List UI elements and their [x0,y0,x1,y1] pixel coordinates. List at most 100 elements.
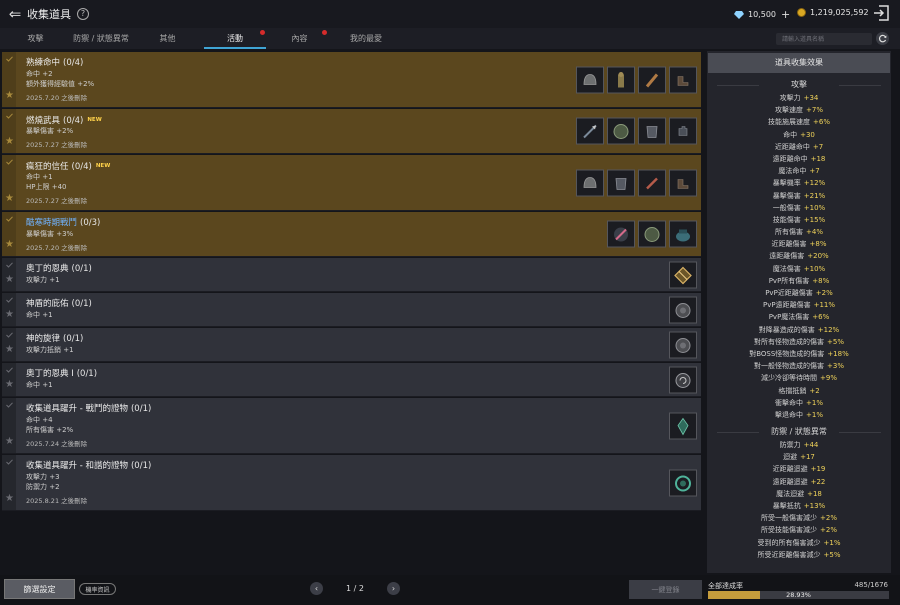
filter-settings-button[interactable]: 篩選設定 [4,579,75,599]
item-slot[interactable] [669,169,697,196]
item-slot[interactable] [669,66,697,93]
favorite-star-icon[interactable]: ★ [5,91,14,101]
item-slot[interactable] [638,169,666,196]
exit-icon[interactable] [872,4,890,22]
item-slot[interactable] [638,117,666,145]
collection-row[interactable]: ★ 奧丁的恩典 Ⅰ (0/1) 命中 +1 [2,363,701,397]
collection-row[interactable]: ★ 燃燒武具 (0/4) NEW 暴擊傷害 +2% 2025.7.27 之後刪除 [2,109,701,154]
collection-name: 酷寒時期戰鬥 (0/3) [26,217,100,229]
effect-label: 減少冷卻等待時間 [761,374,817,383]
refresh-icon[interactable] [876,32,889,45]
tab-favorites[interactable]: 我的最愛 [336,28,396,49]
item-slot[interactable] [576,169,604,196]
collection-stat: 命中 +2 [26,70,53,78]
effects-section-title: 攻擊 [707,78,891,92]
collection-row[interactable]: ★ 熟練命中 (0/4) 命中 +2 額外獲得經驗值 +2% 2025.7.20 之後刪除 [2,52,701,108]
favorite-star-icon[interactable]: ★ [5,310,14,320]
item-slot[interactable] [607,220,635,248]
effect-value: +19 [810,465,826,474]
effect-value: +9% [820,374,837,383]
register-all-button[interactable]: 一鍵登錄 [629,580,702,599]
collection-info: 收集道具躍升 - 和諧的證物 (0/1) 攻擊力 +3 防禦力 +2 2025.8.21… [26,460,151,506]
collection-name: 奧丁的恩典 Ⅰ (0/1) [26,368,97,380]
collection-info: 熟練命中 (0/4) 命中 +2 額外獲得經驗值 +2% 2025.7.20 之後刪除 [26,57,94,103]
collection-title: 熟練命中 [26,58,61,68]
effect-label: 對降暴造成的傷害 [758,325,815,334]
item-slot[interactable] [638,220,666,248]
item-slot[interactable] [669,469,697,496]
effect-label: 近距離傷害 [771,240,807,249]
favorite-star-icon[interactable]: ★ [5,194,14,204]
effect-row: 對BOSS怪物造成的傷害 +18% [707,348,891,360]
tab-event[interactable]: 活動 [204,28,266,49]
help-icon[interactable]: ? [77,8,89,20]
item-slot[interactable] [669,366,697,393]
favorite-star-icon[interactable]: ★ [5,137,14,147]
effect-row: PvP魔法傷害 +6% [707,311,891,323]
effects-header: 道具收集效果 [708,53,890,73]
expire-date: 2025.7.27 之後刪除 [26,197,88,205]
item-slot[interactable] [669,117,697,145]
item-slot[interactable] [607,117,635,145]
effect-label: 衝擊命中 [775,398,803,407]
collection-row[interactable]: ★ 酷寒時期戰鬥 (0/3) 暴擊傷害 +3% 2025.7.20 之後刪除 [2,212,701,257]
item-slot[interactable] [607,66,635,93]
effect-value: +1% [806,410,823,419]
bottom-bar: 篩選設定 機率資訊 ‹ 1 / 2 › 一鍵登錄 全部達成率 485/1676 … [0,575,900,605]
effect-row: 所受技能傷害減少 +2% [707,524,891,536]
favorite-star-icon[interactable]: ★ [5,240,14,250]
search-input[interactable] [776,33,872,45]
collection-name: 神盾的庇佑 (0/1) [26,298,92,310]
tab-other[interactable]: 其他 [140,28,195,49]
collection-row[interactable]: ★ 奧丁的恩典 (0/1) 攻擊力 +1 [2,258,701,292]
item-slot[interactable] [576,117,604,145]
collection-row[interactable]: ★ 瘋狂的信任 (0/4) NEW 命中 +1 HP上限 +40 2025.7.27 之後刪… [2,155,701,211]
collection-row[interactable]: ★ 收集道具躍升 - 和諧的證物 (0/1) 攻擊力 +3 防禦力 +2 2025.8.2… [2,455,701,511]
collection-count: (0/1) [130,404,152,414]
add-gems-icon[interactable]: + [781,8,790,21]
item-slot[interactable] [669,220,697,248]
tab-defense[interactable]: 防禦 / 狀態異常 [65,28,137,49]
item-slot[interactable] [669,331,697,358]
tab-content[interactable]: 內容 [272,28,327,49]
collection-title: 酷寒時期戰鬥 [26,218,78,228]
effect-value: +11% [813,301,836,310]
item-slot[interactable] [638,66,666,93]
item-slot[interactable] [576,66,604,93]
collection-row[interactable]: ★ 收集道具躍升 - 戰鬥的證物 (0/1) 命中 +4 所有傷害 +2% 2025.7.… [2,398,701,454]
effect-label: 防禦力 [779,441,801,450]
coin-icon [797,8,806,17]
next-page-icon[interactable]: › [387,582,400,595]
item-slots [573,169,697,196]
effect-label: 受到的所有傷害減少 [757,538,821,547]
notification-dot [322,30,327,35]
effect-row: 暴擊抵抗 +13% [707,500,891,512]
effect-label: 所受近距離傷害減少 [757,550,821,559]
favorite-star-icon[interactable]: ★ [5,494,14,504]
collection-row[interactable]: ★ 神盾的庇佑 (0/1) 命中 +1 [2,293,701,327]
effect-row: 擊退命中 +1% [707,409,891,421]
back-arrow-icon[interactable]: ⇐ [5,4,25,24]
probability-info-button[interactable]: 機率資訊 [79,583,116,595]
prev-page-icon[interactable]: ‹ [310,582,323,595]
item-slot[interactable] [669,296,697,323]
check-icon [6,297,13,303]
favorite-star-icon[interactable]: ★ [5,345,14,355]
item-slot[interactable] [669,261,697,288]
effect-value: +12% [817,325,840,334]
favorite-star-icon[interactable]: ★ [5,275,14,285]
top-bar: ⇐ 收集道具 ? 10,500 + 1,219,025,592 [0,0,900,28]
collection-stat: 暴擊傷害 +3% [26,230,74,238]
gem-balance: 10,500 + [734,8,790,21]
effect-row: 遠距離迴避 +22 [707,476,891,488]
item-slot[interactable] [607,169,635,196]
item-slots [666,331,697,358]
favorite-star-icon[interactable]: ★ [5,437,14,447]
collection-name: 瘋狂的信任 (0/4) NEW [26,160,110,172]
tab-attack[interactable]: 攻擊 [8,28,63,49]
collection-stat: 命中 +1 [26,173,53,181]
favorite-star-icon[interactable]: ★ [5,380,14,390]
effect-value: +44 [803,441,819,450]
item-slot[interactable] [669,412,697,439]
collection-row[interactable]: ★ 神的旋律 (0/1) 攻擊力抵銷 +1 [2,328,701,362]
